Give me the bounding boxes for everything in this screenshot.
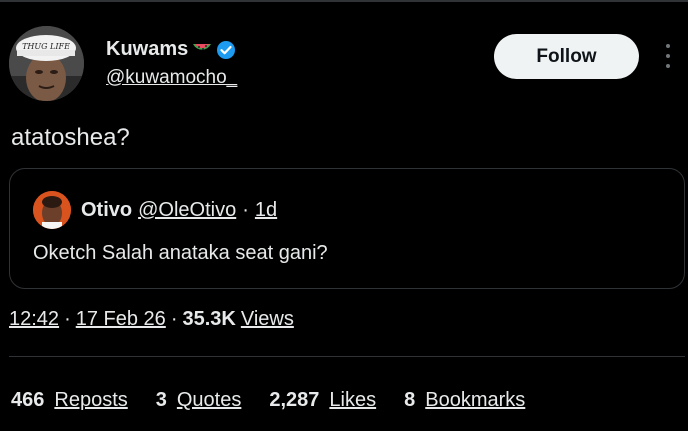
engagement-stats: 466 Reposts 3 Quotes 2,287 Likes 8 Bookm… (11, 389, 553, 412)
quoted-tweet-text: Oketch Salah anataka seat gani? (33, 242, 328, 264)
views-label[interactable]: Views (241, 308, 294, 331)
tweet-text: atatoshea? (11, 124, 130, 151)
stat-bookmarks[interactable]: 8 Bookmarks (404, 389, 525, 412)
bookmarks-count: 8 (404, 389, 416, 411)
verified-badge-icon[interactable] (216, 40, 236, 60)
divider (9, 356, 685, 357)
bookmarks-label[interactable]: Bookmarks (425, 389, 525, 412)
tweet-date[interactable]: 17 Feb 26 (76, 308, 166, 331)
reposts-label[interactable]: Reposts (54, 389, 127, 412)
tweet-time[interactable]: 12:42 (9, 308, 59, 331)
separator-dot: · (64, 308, 71, 330)
quoted-author-handle[interactable]: @OleOtivo (138, 199, 236, 222)
avatar-image: THUG LIFE (9, 26, 84, 101)
quoted-avatar-image (33, 191, 71, 229)
cap-text: THUG LIFE (22, 42, 70, 51)
quotes-count: 3 (155, 389, 167, 411)
top-border (0, 0, 688, 2)
separator-dot: · (170, 308, 178, 330)
more-dot (666, 64, 670, 68)
views-count: 35.3K (182, 308, 236, 330)
stat-quotes[interactable]: 3 Quotes (156, 389, 242, 412)
more-dot (666, 54, 670, 58)
quoted-author-avatar[interactable] (33, 191, 71, 229)
quoted-tweet-header: Otivo @OleOtivo · 1d (81, 199, 277, 222)
quotes-label[interactable]: Quotes (177, 389, 241, 412)
follow-button[interactable]: Follow (494, 34, 639, 79)
reposts-count: 466 (11, 389, 45, 411)
more-dot (666, 44, 670, 48)
quoted-author-name[interactable]: Otivo (81, 199, 132, 222)
author-avatar[interactable]: THUG LIFE (9, 26, 84, 101)
author-name-row[interactable]: Kuwams (106, 38, 236, 61)
stat-likes[interactable]: 2,287 Likes (269, 389, 376, 412)
likes-count: 2,287 (269, 389, 320, 411)
stat-reposts[interactable]: 466 Reposts (11, 389, 128, 412)
watermelon-emoji-icon (191, 40, 213, 60)
quoted-tweet-card[interactable]: Otivo @OleOtivo · 1d Oketch Salah anatak… (9, 168, 685, 289)
likes-label[interactable]: Likes (329, 389, 376, 412)
quoted-tweet-time[interactable]: 1d (255, 199, 277, 222)
more-options-icon[interactable] (660, 44, 676, 68)
tweet-meta: 12:42 · 17 Feb 26 · 35.3K Views (9, 308, 294, 331)
author-handle[interactable]: @kuwamocho_ (106, 67, 237, 89)
author-display-name[interactable]: Kuwams (106, 38, 188, 61)
separator-dot: · (242, 199, 249, 221)
